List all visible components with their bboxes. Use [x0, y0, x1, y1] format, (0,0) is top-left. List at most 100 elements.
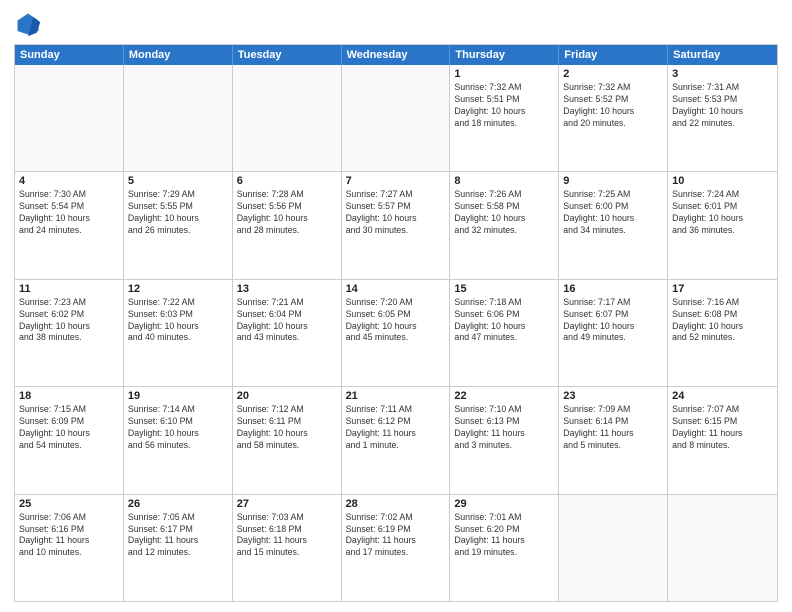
cell-info: Sunrise: 7:27 AM Sunset: 5:57 PM Dayligh…: [346, 189, 446, 237]
calendar-cell: 22Sunrise: 7:10 AM Sunset: 6:13 PM Dayli…: [450, 387, 559, 493]
cell-info: Sunrise: 7:29 AM Sunset: 5:55 PM Dayligh…: [128, 189, 228, 237]
cell-day-number: 2: [563, 68, 663, 80]
calendar-body: 1 Sunrise: 7:32 AM Sunset: 5:51 PM Daylig…: [15, 65, 777, 601]
calendar-cell: 8 Sunrise: 7:26 AM Sunset: 5:58 PM Daylig…: [450, 172, 559, 278]
calendar-cell: 1 Sunrise: 7:32 AM Sunset: 5:51 PM Daylig…: [450, 65, 559, 171]
cell-day-number: 11: [19, 283, 119, 295]
cell-info: Sunrise: 7:23 AM Sunset: 6:02 PM Dayligh…: [19, 297, 119, 345]
cell-info: Sunrise: 7:32 AM Sunset: 5:51 PM Dayligh…: [454, 82, 554, 130]
cell-info: Sunrise: 7:32 AM Sunset: 5:52 PM Dayligh…: [563, 82, 663, 130]
calendar-row-2: 11 Sunrise: 7:23 AM Sunset: 6:02 PM Dayli…: [15, 279, 777, 386]
cell-day-number: 12: [128, 283, 228, 295]
page: SundayMondayTuesdayWednesdayThursdayFrid…: [0, 0, 792, 612]
calendar-cell: [559, 495, 668, 601]
calendar-cell: 21 Sunrise: 7:11 AM Sunset: 6:12 PM Dayli…: [342, 387, 451, 493]
calendar-cell: 17 Sunrise: 7:16 AM Sunset: 6:08 PM Dayli…: [668, 280, 777, 386]
header: [14, 10, 778, 38]
cell-day-number: 21: [346, 390, 446, 402]
calendar-header: SundayMondayTuesdayWednesdayThursdayFrid…: [15, 45, 777, 65]
cell-day-number: 1: [454, 68, 554, 80]
calendar-cell: 12Sunrise: 7:22 AM Sunset: 6:03 PM Dayli…: [124, 280, 233, 386]
header-day-friday: Friday: [559, 45, 668, 65]
cell-info: Sunrise: 7:18 AM Sunset: 6:06 PM Dayligh…: [454, 297, 554, 345]
calendar-cell: 13 Sunrise: 7:21 AM Sunset: 6:04 PM Dayli…: [233, 280, 342, 386]
calendar-cell: 4Sunrise: 7:30 AM Sunset: 5:54 PM Daylig…: [15, 172, 124, 278]
cell-info: Sunrise: 7:25 AM Sunset: 6:00 PM Dayligh…: [563, 189, 663, 237]
cell-day-number: 15: [454, 283, 554, 295]
cell-info: Sunrise: 7:01 AM Sunset: 6:20 PM Dayligh…: [454, 512, 554, 560]
calendar-cell: 11 Sunrise: 7:23 AM Sunset: 6:02 PM Dayli…: [15, 280, 124, 386]
calendar-cell: 18Sunrise: 7:15 AM Sunset: 6:09 PM Dayli…: [15, 387, 124, 493]
cell-day-number: 10: [672, 175, 773, 187]
cell-info: Sunrise: 7:06 AM Sunset: 6:16 PM Dayligh…: [19, 512, 119, 560]
header-day-saturday: Saturday: [668, 45, 777, 65]
cell-info: Sunrise: 7:30 AM Sunset: 5:54 PM Dayligh…: [19, 189, 119, 237]
calendar-cell: [15, 65, 124, 171]
cell-info: Sunrise: 7:20 AM Sunset: 6:05 PM Dayligh…: [346, 297, 446, 345]
calendar-cell: 9 Sunrise: 7:25 AM Sunset: 6:00 PM Daylig…: [559, 172, 668, 278]
calendar-cell: [233, 65, 342, 171]
cell-info: Sunrise: 7:24 AM Sunset: 6:01 PM Dayligh…: [672, 189, 773, 237]
calendar-cell: 23 Sunrise: 7:09 AM Sunset: 6:14 PM Dayli…: [559, 387, 668, 493]
cell-info: Sunrise: 7:03 AM Sunset: 6:18 PM Dayligh…: [237, 512, 337, 560]
cell-info: Sunrise: 7:28 AM Sunset: 5:56 PM Dayligh…: [237, 189, 337, 237]
cell-info: Sunrise: 7:26 AM Sunset: 5:58 PM Dayligh…: [454, 189, 554, 237]
cell-day-number: 25: [19, 498, 119, 510]
calendar-cell: [342, 65, 451, 171]
calendar-cell: 24Sunrise: 7:07 AM Sunset: 6:15 PM Dayli…: [668, 387, 777, 493]
cell-day-number: 22: [454, 390, 554, 402]
calendar-cell: [124, 65, 233, 171]
cell-day-number: 14: [346, 283, 446, 295]
cell-info: Sunrise: 7:11 AM Sunset: 6:12 PM Dayligh…: [346, 404, 446, 452]
cell-info: Sunrise: 7:14 AM Sunset: 6:10 PM Dayligh…: [128, 404, 228, 452]
cell-day-number: 8: [454, 175, 554, 187]
calendar-cell: 26 Sunrise: 7:05 AM Sunset: 6:17 PM Dayli…: [124, 495, 233, 601]
header-day-tuesday: Tuesday: [233, 45, 342, 65]
cell-day-number: 24: [672, 390, 773, 402]
calendar-cell: 10 Sunrise: 7:24 AM Sunset: 6:01 PM Dayli…: [668, 172, 777, 278]
cell-day-number: 3: [672, 68, 773, 80]
calendar-cell: 27 Sunrise: 7:03 AM Sunset: 6:18 PM Dayli…: [233, 495, 342, 601]
calendar-cell: [668, 495, 777, 601]
cell-day-number: 19: [128, 390, 228, 402]
cell-day-number: 26: [128, 498, 228, 510]
calendar-cell: 7Sunrise: 7:27 AM Sunset: 5:57 PM Daylig…: [342, 172, 451, 278]
cell-info: Sunrise: 7:21 AM Sunset: 6:04 PM Dayligh…: [237, 297, 337, 345]
calendar-row-0: 1 Sunrise: 7:32 AM Sunset: 5:51 PM Daylig…: [15, 65, 777, 171]
logo: [14, 10, 46, 38]
cell-info: Sunrise: 7:09 AM Sunset: 6:14 PM Dayligh…: [563, 404, 663, 452]
cell-info: Sunrise: 7:16 AM Sunset: 6:08 PM Dayligh…: [672, 297, 773, 345]
header-day-thursday: Thursday: [450, 45, 559, 65]
calendar-cell: 14 Sunrise: 7:20 AM Sunset: 6:05 PM Dayli…: [342, 280, 451, 386]
cell-info: Sunrise: 7:31 AM Sunset: 5:53 PM Dayligh…: [672, 82, 773, 130]
cell-info: Sunrise: 7:02 AM Sunset: 6:19 PM Dayligh…: [346, 512, 446, 560]
calendar-cell: 3 Sunrise: 7:31 AM Sunset: 5:53 PM Daylig…: [668, 65, 777, 171]
header-day-sunday: Sunday: [15, 45, 124, 65]
cell-day-number: 13: [237, 283, 337, 295]
calendar-cell: 29 Sunrise: 7:01 AM Sunset: 6:20 PM Dayli…: [450, 495, 559, 601]
cell-info: Sunrise: 7:17 AM Sunset: 6:07 PM Dayligh…: [563, 297, 663, 345]
cell-day-number: 17: [672, 283, 773, 295]
cell-day-number: 5: [128, 175, 228, 187]
calendar: SundayMondayTuesdayWednesdayThursdayFrid…: [14, 44, 778, 602]
cell-day-number: 6: [237, 175, 337, 187]
cell-day-number: 23: [563, 390, 663, 402]
calendar-cell: 2 Sunrise: 7:32 AM Sunset: 5:52 PM Daylig…: [559, 65, 668, 171]
header-day-wednesday: Wednesday: [342, 45, 451, 65]
cell-day-number: 29: [454, 498, 554, 510]
calendar-cell: 20 Sunrise: 7:12 AM Sunset: 6:11 PM Dayli…: [233, 387, 342, 493]
calendar-row-3: 18Sunrise: 7:15 AM Sunset: 6:09 PM Dayli…: [15, 386, 777, 493]
cell-info: Sunrise: 7:12 AM Sunset: 6:11 PM Dayligh…: [237, 404, 337, 452]
cell-info: Sunrise: 7:05 AM Sunset: 6:17 PM Dayligh…: [128, 512, 228, 560]
cell-day-number: 20: [237, 390, 337, 402]
cell-day-number: 9: [563, 175, 663, 187]
calendar-cell: 19 Sunrise: 7:14 AM Sunset: 6:10 PM Dayli…: [124, 387, 233, 493]
calendar-cell: 28Sunrise: 7:02 AM Sunset: 6:19 PM Dayli…: [342, 495, 451, 601]
calendar-cell: 16Sunrise: 7:17 AM Sunset: 6:07 PM Dayli…: [559, 280, 668, 386]
cell-day-number: 18: [19, 390, 119, 402]
header-day-monday: Monday: [124, 45, 233, 65]
calendar-cell: 6 Sunrise: 7:28 AM Sunset: 5:56 PM Daylig…: [233, 172, 342, 278]
calendar-cell: 25 Sunrise: 7:06 AM Sunset: 6:16 PM Dayli…: [15, 495, 124, 601]
calendar-cell: 15 Sunrise: 7:18 AM Sunset: 6:06 PM Dayli…: [450, 280, 559, 386]
cell-day-number: 27: [237, 498, 337, 510]
